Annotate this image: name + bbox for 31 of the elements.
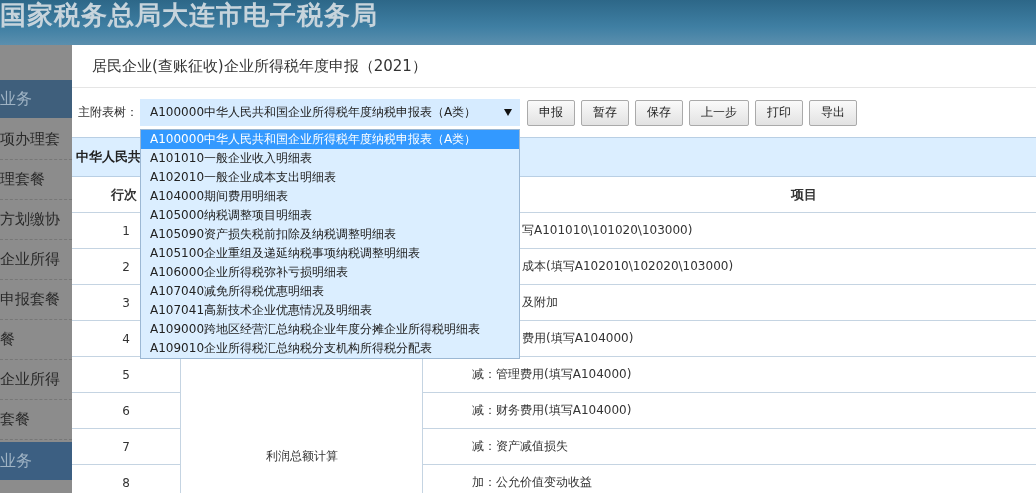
- toolbar-button[interactable]: 保存: [635, 99, 683, 126]
- table-cell: 减：管理费用(填写A104000): [423, 357, 1036, 393]
- dropdown-option[interactable]: A104000期间费用明细表: [141, 187, 519, 206]
- table-cell: 加：公允价值变动收益: [423, 465, 1036, 493]
- dropdown-option[interactable]: A102010一般企业成本支出明细表: [141, 168, 519, 187]
- table-select[interactable]: A100000中华人民共和国企业所得税年度纳税申报表（A类）: [140, 99, 520, 126]
- section-title: 中华人民共: [76, 148, 141, 166]
- dialog-title: 居民企业(查账征收)企业所得税年度申报（2021）: [72, 45, 1036, 88]
- dropdown-option[interactable]: A105100企业重组及递延纳税事项纳税调整明细表: [141, 244, 519, 263]
- table-cell: 8: [72, 465, 180, 493]
- table-cell: 7: [72, 429, 180, 465]
- table-cell: 6: [72, 393, 180, 429]
- dropdown-option[interactable]: A109010企业所得税汇总纳税分支机构所得税分配表: [141, 339, 519, 358]
- table-cell: 减：财务费用(填写A104000): [423, 393, 1036, 429]
- toolbar-button[interactable]: 申报: [527, 99, 575, 126]
- dropdown-option[interactable]: A106000企业所得税弥补亏损明细表: [141, 263, 519, 282]
- caret-icon: [504, 109, 512, 116]
- table-cell: 5: [72, 357, 180, 393]
- dropdown-option[interactable]: A109000跨地区经营汇总纳税企业年度分摊企业所得税明细表: [141, 320, 519, 339]
- field-label: 主附表树：: [78, 104, 139, 121]
- dropdown-option[interactable]: A105090资产损失税前扣除及纳税调整明细表: [141, 225, 519, 244]
- toolbar-button[interactable]: 暂存: [581, 99, 629, 126]
- dropdown-option[interactable]: A105000纳税调整项目明细表: [141, 206, 519, 225]
- site-title: 国家税务总局大连市电子税务局: [0, 0, 378, 30]
- dropdown-option[interactable]: A101010一般企业收入明细表: [141, 149, 519, 168]
- table-cell: 减：资产减值损失: [423, 429, 1036, 465]
- toolbar-button[interactable]: 上一步: [689, 99, 749, 126]
- dropdown-option[interactable]: A107041高新技术企业优惠情况及明细表: [141, 301, 519, 320]
- dropdown-option[interactable]: A107040减免所得税优惠明细表: [141, 282, 519, 301]
- toolbar-button[interactable]: 打印: [755, 99, 803, 126]
- toolbar-button[interactable]: 导出: [809, 99, 857, 126]
